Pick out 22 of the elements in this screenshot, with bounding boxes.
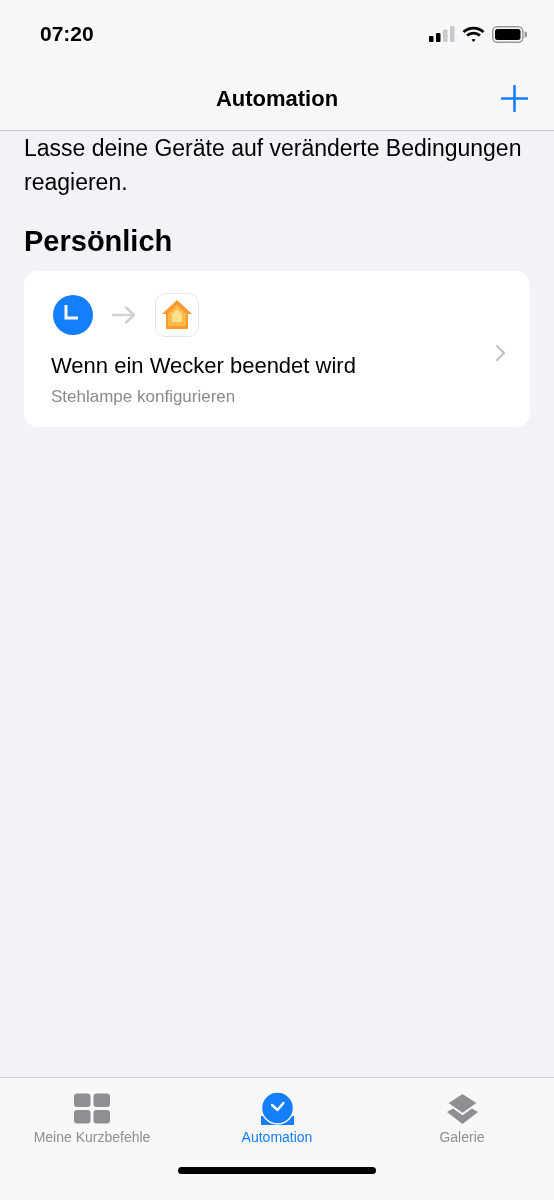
signal-icon — [429, 26, 455, 42]
nav-title: Automation — [215, 86, 339, 112]
tab-item[interactable]: Automation — [185, 1092, 369, 1145]
add-button[interactable] — [501, 85, 528, 112]
status-time: 07:20 — [40, 22, 94, 46]
section-heading: Persönlich — [24, 224, 174, 259]
battery-icon — [492, 25, 527, 43]
check-clock-icon — [260, 1092, 294, 1125]
wifi-icon — [462, 25, 485, 43]
automation-card[interactable]: Wenn ein Wecker beendet wird Stehlampe konfigurieren — [24, 271, 530, 427]
layers-icon — [445, 1092, 479, 1125]
home-app-icon — [155, 293, 199, 337]
description-text: Lasse deine Geräte auf veränderte Bedingungen reagieren. — [24, 134, 523, 197]
tab-item[interactable]: Meine Kurzbefehle — [0, 1092, 184, 1145]
grid-icon — [74, 1092, 110, 1125]
automation-subtitle: Stehlampe konfigurieren — [51, 387, 237, 407]
clock-icon — [53, 295, 93, 335]
chevron-icon — [495, 344, 506, 362]
plus-icon — [501, 85, 528, 112]
automation-title: Wenn ein Wecker beendet wird — [51, 353, 357, 379]
arrow-icon — [112, 306, 136, 324]
tab-item[interactable]: Galerie — [370, 1092, 554, 1145]
